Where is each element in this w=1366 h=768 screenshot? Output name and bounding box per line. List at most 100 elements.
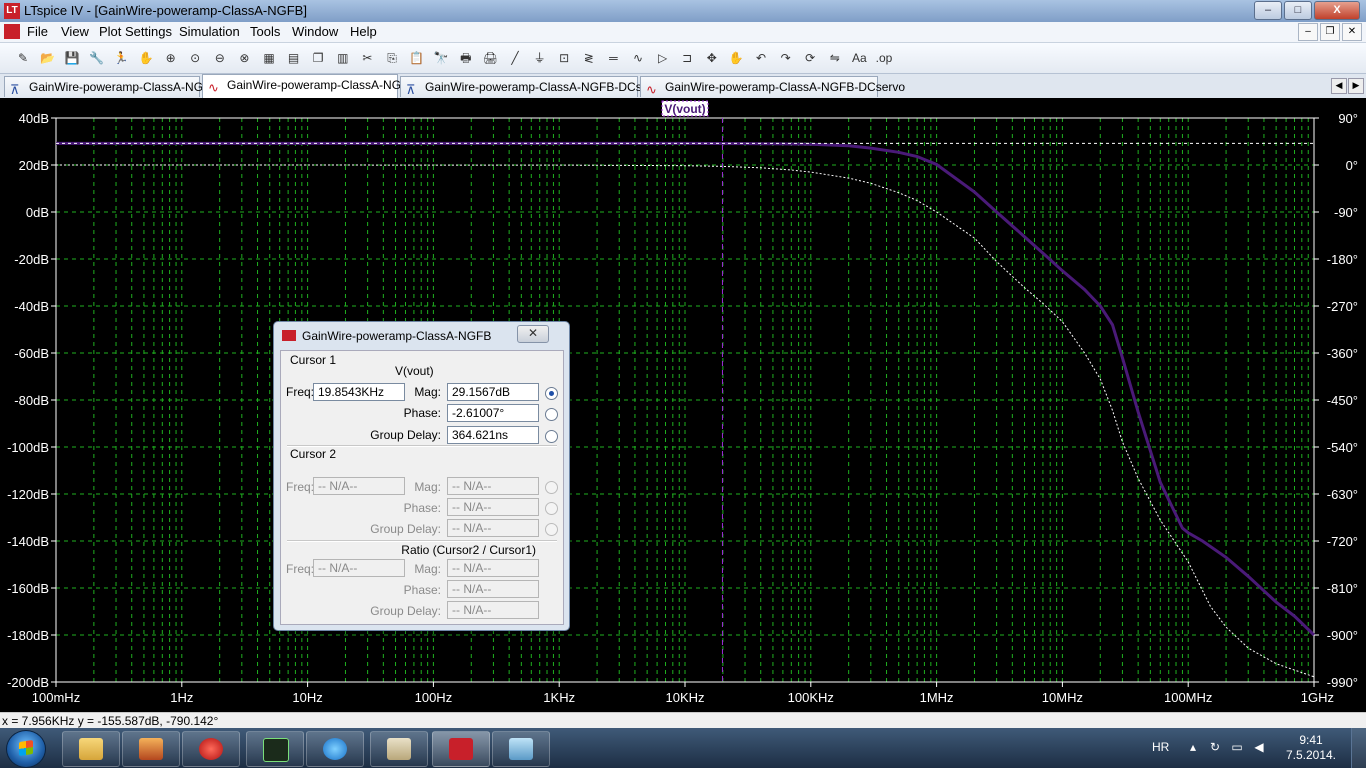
print-preview-icon[interactable]: 🖶 — [457, 49, 475, 67]
show-desktop-button[interactable] — [1351, 728, 1366, 768]
tray-arrow-icon[interactable]: ▴ — [1186, 740, 1200, 754]
taskbar-app-3[interactable] — [182, 731, 240, 767]
cut-icon[interactable]: ✂ — [358, 49, 376, 67]
cursor-1-mag-field[interactable]: 29.1567dB — [447, 383, 539, 401]
language-indicator[interactable]: HR — [1152, 740, 1169, 754]
cursor-1-freq-field[interactable]: 19.8543KHz — [313, 383, 405, 401]
zoom-cancel-icon[interactable]: ⊗ — [235, 49, 253, 67]
mirror-icon[interactable]: ⇋ — [826, 49, 844, 67]
tab-schematic-ngfb[interactable]: ⊼ GainWire-poweramp-ClassA-NGFB — [4, 76, 218, 97]
phase-label: Phase: — [403, 501, 441, 515]
taskbar-app-6[interactable] — [370, 731, 428, 767]
taskbar-oscilloscope[interactable] — [246, 731, 304, 767]
tab-scroll-left-icon[interactable]: ◀ — [1331, 78, 1347, 94]
halt-icon[interactable]: ✋ — [137, 49, 155, 67]
zoom-out-icon[interactable]: ⊖ — [211, 49, 229, 67]
tile-vertical-icon[interactable]: ▥ — [334, 49, 352, 67]
sync-icon[interactable]: ↻ — [1208, 740, 1222, 754]
cursor-dialog-titlebar[interactable]: GainWire-poweramp-ClassA-NGFB ✕ — [274, 322, 569, 348]
move-icon[interactable]: ✥ — [703, 49, 721, 67]
tile-horizontal-icon[interactable]: ▤ — [285, 49, 303, 67]
mdi-close-button[interactable]: ✕ — [1342, 23, 1362, 41]
dialog-close-button[interactable]: ✕ — [517, 325, 549, 343]
ratio-freq-field[interactable]: -- N/A-- — [313, 559, 405, 577]
spice-directive-icon[interactable]: .op — [875, 49, 893, 67]
paste-icon[interactable]: 📋 — [408, 49, 426, 67]
copy-icon[interactable]: ⎘ — [383, 49, 401, 67]
wire-icon[interactable]: ╱ — [506, 49, 524, 67]
control-panel-icon[interactable]: 🔧 — [88, 49, 106, 67]
cursor-2-phase-radio[interactable] — [545, 502, 558, 515]
cursor-2-mag-field[interactable]: -- N/A-- — [447, 477, 539, 495]
cursor-2-phase-field[interactable]: -- N/A-- — [447, 498, 539, 516]
cursor-2-group-delay-radio[interactable] — [545, 523, 558, 536]
taskbar-ltspice[interactable] — [432, 731, 490, 767]
run-icon[interactable]: 🏃 — [112, 49, 130, 67]
menu-view[interactable]: View — [61, 24, 89, 39]
mdi-document-icon[interactable] — [4, 24, 20, 39]
ltspice-icon — [449, 738, 473, 760]
cursor-1-phase-radio[interactable] — [545, 408, 558, 421]
inductor-icon[interactable]: ∿ — [629, 49, 647, 67]
taskbar-internet-explorer[interactable] — [306, 731, 364, 767]
cursor-1-phase-field[interactable]: -2.61007° — [447, 404, 539, 422]
maximize-button[interactable]: □ — [1284, 1, 1312, 20]
close-button[interactable]: X — [1314, 1, 1360, 20]
menu-tools[interactable]: Tools — [250, 24, 280, 39]
undo-icon[interactable]: ↶ — [752, 49, 770, 67]
menu-plot-settings[interactable]: Plot Settings — [99, 24, 172, 39]
x-tick-label: 10MHz — [1042, 690, 1083, 705]
window-titlebar[interactable]: LT LTspice IV - [GainWire-poweramp-Class… — [0, 0, 1366, 22]
minimize-button[interactable]: – — [1254, 1, 1282, 20]
trace-label[interactable]: V(vout) — [664, 102, 705, 116]
bode-plot[interactable]: 40dB 20dB 0dB -20dB -40dB -60dB -80dB -100dB -12… — [0, 98, 1366, 712]
resistor-icon[interactable]: ≷ — [580, 49, 598, 67]
menu-file[interactable]: File — [27, 24, 48, 39]
diode-icon[interactable]: ▷ — [654, 49, 672, 67]
find-icon[interactable]: 🔭 — [432, 49, 450, 67]
open-icon[interactable]: 📂 — [39, 49, 57, 67]
autorange-icon[interactable]: ▦ — [260, 49, 278, 67]
clock[interactable]: 9:41 7.5.2014. — [1276, 733, 1346, 763]
taskbar-app-8[interactable] — [492, 731, 550, 767]
menu-help[interactable]: Help — [350, 24, 377, 39]
tab-waveform-dcservo[interactable]: ∿ GainWire-poweramp-ClassA-NGFB-DCservo — [640, 76, 905, 97]
redo-icon[interactable]: ↷ — [777, 49, 795, 67]
capacitor-icon[interactable]: ═ — [604, 49, 622, 67]
volume-icon[interactable]: ◀ — [1252, 740, 1266, 754]
ratio-phase-field[interactable]: -- N/A-- — [447, 580, 539, 598]
mdi-restore-button[interactable]: ❐ — [1320, 23, 1340, 41]
network-icon[interactable]: ▭ — [1230, 740, 1244, 754]
tab-scroll-right-icon[interactable]: ▶ — [1348, 78, 1364, 94]
cursor-dialog[interactable]: GainWire-poweramp-ClassA-NGFB ✕ Cursor 1… — [273, 321, 570, 631]
zoom-in-icon[interactable]: ⊕ — [162, 49, 180, 67]
cursor-1-mag-radio[interactable] — [545, 387, 558, 400]
ratio-group-delay-field[interactable]: -- N/A-- — [447, 601, 539, 619]
new-schematic-icon[interactable]: ✎ — [14, 49, 32, 67]
cursor-2-freq-field[interactable]: -- N/A-- — [313, 477, 405, 495]
cursor-2-mag-radio[interactable] — [545, 481, 558, 494]
ground-icon[interactable]: ⏚ — [531, 49, 549, 67]
tab-waveform-ngfb[interactable]: ∿ GainWire-poweramp-ClassA-NGFB — [202, 74, 416, 98]
print-icon[interactable]: 🖨 — [481, 49, 499, 67]
drag-icon[interactable]: ✋ — [727, 49, 745, 67]
start-button[interactable] — [6, 730, 46, 768]
menu-simulation[interactable]: Simulation — [179, 24, 240, 39]
tab-schematic-dcservo[interactable]: ⊼ GainWire-poweramp-ClassA-NGFB-DCservo — [400, 76, 665, 97]
cursor-1-group-delay-radio[interactable] — [545, 430, 558, 443]
rotate-icon[interactable]: ⟳ — [801, 49, 819, 67]
taskbar-app-2[interactable] — [122, 731, 180, 767]
cursor-1-group-delay-field[interactable]: 364.621ns — [447, 426, 539, 444]
zoom-fit-icon[interactable]: ⊙ — [186, 49, 204, 67]
component-icon[interactable]: ⊐ — [678, 49, 696, 67]
mdi-minimize-button[interactable]: – — [1298, 23, 1318, 41]
menu-window[interactable]: Window — [292, 24, 338, 39]
save-icon[interactable]: 💾 — [63, 49, 81, 67]
cascade-icon[interactable]: ❐ — [309, 49, 327, 67]
label-icon[interactable]: ⊡ — [555, 49, 573, 67]
text-icon[interactable]: Aa — [850, 49, 868, 67]
y-left-tick-label: 20dB — [19, 158, 49, 173]
ratio-mag-field[interactable]: -- N/A-- — [447, 559, 539, 577]
cursor-2-group-delay-field[interactable]: -- N/A-- — [447, 519, 539, 537]
taskbar-explorer[interactable] — [62, 731, 120, 767]
